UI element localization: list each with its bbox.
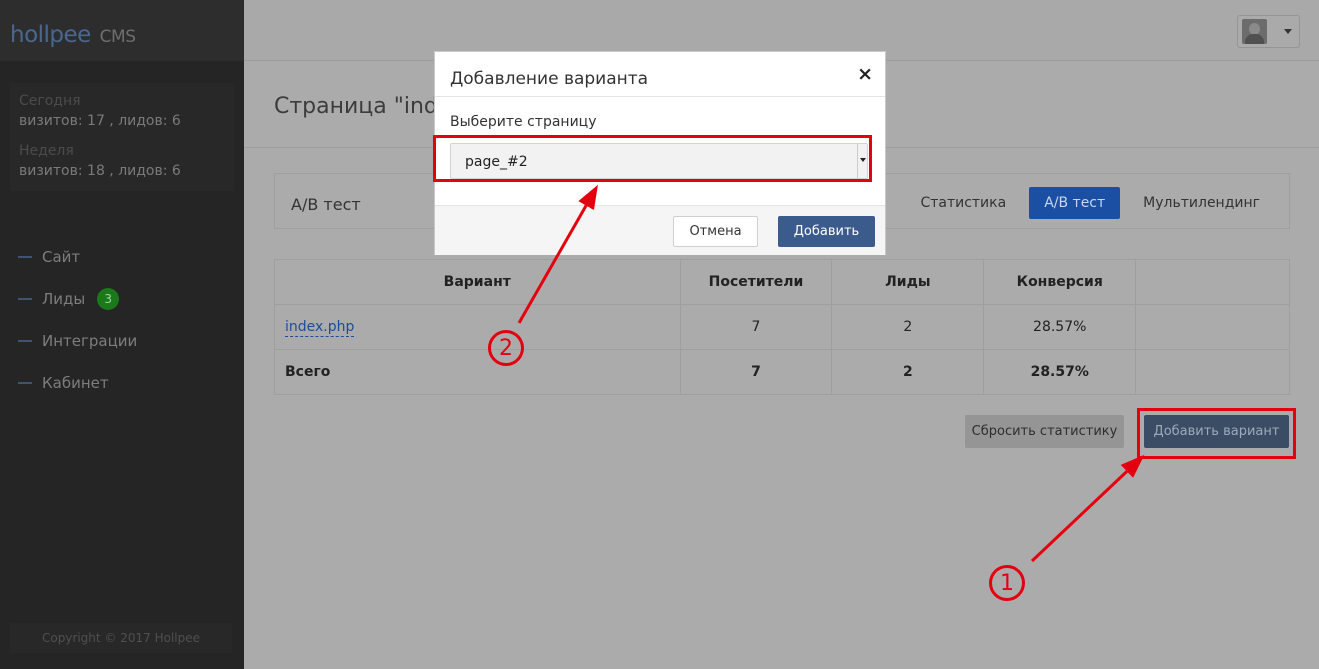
dash-icon [18,256,32,258]
tab-bar: Статистика A/B тест Мультилендинг [897,187,1275,219]
column-header: Лиды [831,259,985,305]
column-header: Конверсия [983,259,1137,305]
variant-cell: index.php [274,304,681,350]
annotation-marker-1: 1 [989,565,1025,601]
column-header: Посетители [679,259,833,305]
close-icon[interactable]: × [857,63,873,85]
table-total-row: Всего 7 2 28.57% [274,349,1290,395]
total-conversion-cell: 28.57% [983,349,1137,395]
modal-title: Добавление варианта [450,69,649,89]
actions-cell [1135,304,1290,350]
add-variant-button[interactable]: Добавить вариант [1144,415,1289,448]
arrow-1 [1030,454,1145,563]
dash-icon [18,298,32,300]
dash-icon [18,382,32,384]
chevron-down-icon [857,144,867,178]
sidebar-nav: Сайт Лиды 3 Интеграции Кабинет [18,236,137,404]
today-value: визитов: 17 , лидов: 6 [19,113,181,129]
visit-stats: Сегодня визитов: 17 , лидов: 6 Неделя ви… [10,83,234,191]
sidebar-item-cabinet[interactable]: Кабинет [18,362,137,404]
logo-text: hollpee [10,22,91,48]
page-select-value: page_#2 [465,154,528,170]
column-header [1135,259,1290,305]
copyright: Copyright © 2017 Hollpee [10,623,232,653]
sidebar-item-label: Лиды [42,290,86,308]
leads-count-badge: 3 [97,288,120,310]
logo-suffix: CMS [99,27,136,47]
sidebar: hollpee CMS Сегодня визитов: 17 , лидов:… [0,0,244,669]
cancel-button[interactable]: Отмена [673,216,758,247]
sidebar-item-label: Кабинет [42,374,109,392]
variant-link[interactable]: index.php [285,319,355,337]
sidebar-item-label: Сайт [42,248,81,266]
variants-table: Вариант Посетители Лиды Конверсия index.… [274,259,1290,395]
week-value: визитов: 18 , лидов: 6 [19,163,181,179]
tab-statistics[interactable]: Статистика [905,187,1021,219]
column-header: Вариант [274,259,681,305]
today-label: Сегодня [19,93,81,109]
page-select[interactable]: page_#2 [450,143,868,179]
ab-panel-title: A/B тест [291,195,361,214]
add-button[interactable]: Добавить [778,216,875,247]
reset-stats-button[interactable]: Сбросить статистику [965,415,1124,448]
modal-header: Добавление варианта × [435,52,885,97]
table-header-row: Вариант Посетители Лиды Конверсия [274,259,1290,305]
sidebar-item-site[interactable]: Сайт [18,236,137,278]
caret-down-icon [1284,29,1292,34]
annotation-marker-2: 2 [488,330,524,366]
total-visitors-cell: 7 [679,349,833,395]
avatar [1242,19,1267,44]
total-label-cell: Всего [274,349,681,395]
user-menu-button[interactable] [1237,15,1300,48]
tab-multilanding[interactable]: Мультилендинг [1128,187,1275,219]
leads-cell: 2 [831,304,985,350]
modal-footer: Отмена Добавить [435,205,885,255]
week-label: Неделя [19,143,74,159]
dash-icon [18,340,32,342]
logo[interactable]: hollpee CMS [0,0,244,61]
sidebar-item-integrations[interactable]: Интеграции [18,320,137,362]
total-actions-cell [1135,349,1290,395]
conversion-cell: 28.57% [983,304,1137,350]
add-variant-modal: Добавление варианта × Выберите страницу … [434,51,886,255]
tab-ab-test[interactable]: A/B тест [1029,187,1121,219]
sidebar-item-label: Интеграции [42,332,138,350]
visitors-cell: 7 [679,304,833,350]
page-select-label: Выберите страницу [450,114,597,130]
table-row: index.php 7 2 28.57% [274,304,1290,350]
total-leads-cell: 2 [831,349,985,395]
sidebar-item-leads[interactable]: Лиды 3 [18,278,137,320]
